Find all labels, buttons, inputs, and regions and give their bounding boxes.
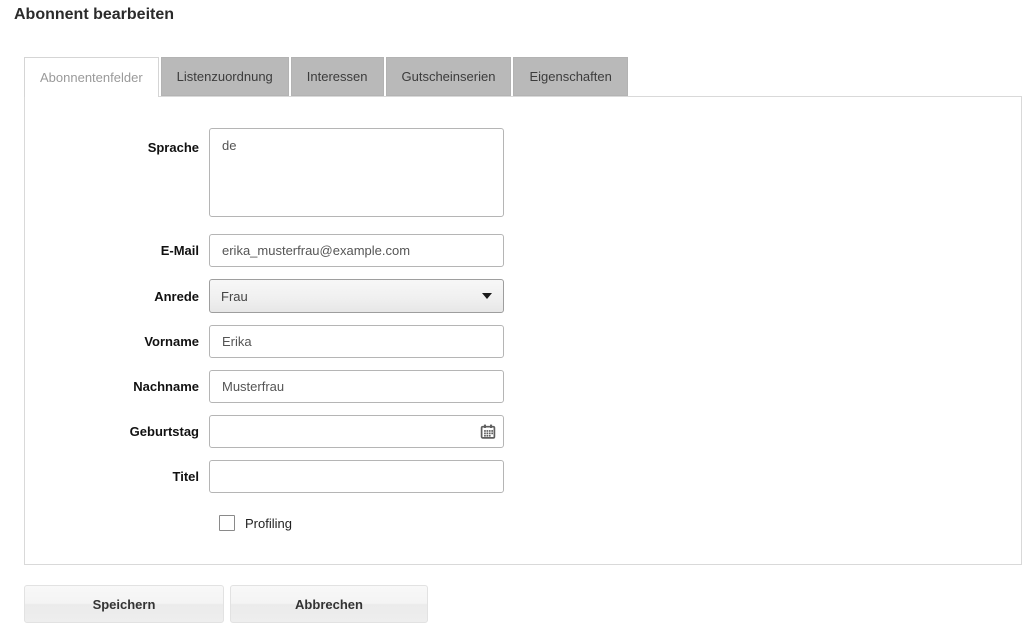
action-bar: Speichern Abbrechen (24, 585, 428, 623)
sprache-label: Sprache (25, 128, 209, 155)
save-button[interactable]: Speichern (24, 585, 224, 623)
tab-bar: Abonnentenfelder Listenzuordnung Interes… (24, 57, 630, 96)
nachname-field[interactable] (209, 370, 504, 403)
page-title: Abonnent bearbeiten (14, 6, 174, 24)
form-row-sprache: Sprache de (25, 128, 1021, 222)
tab-listenzuordnung[interactable]: Listenzuordnung (161, 57, 289, 96)
form-row-email: E-Mail (25, 234, 1021, 267)
profiling-label: Profiling (245, 516, 292, 531)
tab-interessen[interactable]: Interessen (291, 57, 384, 96)
geburtstag-field[interactable] (209, 415, 504, 448)
calendar-icon[interactable] (479, 423, 496, 440)
nachname-label: Nachname (25, 379, 209, 394)
form-row-geburtstag: Geburtstag (25, 415, 1021, 448)
email-field[interactable] (209, 234, 504, 267)
form-row-titel: Titel (25, 460, 1021, 493)
titel-label: Titel (25, 469, 209, 484)
vorname-field[interactable] (209, 325, 504, 358)
form-row-nachname: Nachname (25, 370, 1021, 403)
profiling-checkbox[interactable] (219, 515, 235, 531)
sprache-textarea[interactable]: de (209, 128, 504, 217)
geburtstag-label: Geburtstag (25, 424, 209, 439)
tab-eigenschaften[interactable]: Eigenschaften (513, 57, 627, 96)
cancel-button[interactable]: Abbrechen (230, 585, 428, 623)
tab-abonnentenfelder[interactable]: Abonnentenfelder (24, 57, 159, 97)
form-row-vorname: Vorname (25, 325, 1021, 358)
chevron-down-icon (482, 293, 492, 299)
anrede-selected-value: Frau (221, 289, 248, 304)
anrede-label: Anrede (25, 289, 209, 304)
form-panel: Sprache de E-Mail Anrede Frau Vorname Na… (24, 96, 1022, 565)
titel-field[interactable] (209, 460, 504, 493)
anrede-select[interactable]: Frau (209, 279, 504, 313)
tab-gutscheinserien[interactable]: Gutscheinserien (386, 57, 512, 96)
form-row-anrede: Anrede Frau (25, 279, 1021, 313)
profiling-checkbox-row[interactable]: Profiling (219, 515, 1021, 531)
vorname-label: Vorname (25, 334, 209, 349)
email-label: E-Mail (25, 243, 209, 258)
